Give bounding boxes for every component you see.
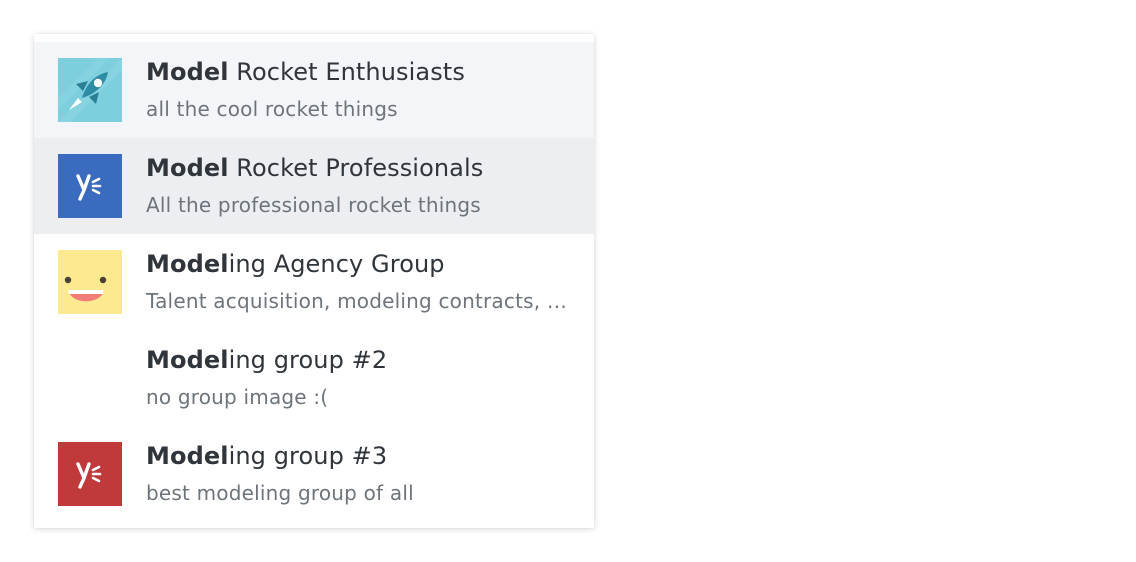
group-title: Modeling Agency Group [146, 249, 445, 279]
group-description: All the professional rocket things [146, 193, 481, 217]
title-rest-text: Rocket Enthusiasts [228, 58, 465, 86]
yammer-logo-icon [58, 442, 122, 506]
group-description: all the cool rocket things [146, 97, 398, 121]
title-match-text: Model [146, 346, 229, 374]
group-avatar [58, 58, 122, 122]
suggestion-list: Model Rocket Enthusiasts all the cool ro… [34, 42, 594, 522]
group-avatar [58, 250, 122, 314]
group-avatar [58, 154, 122, 218]
title-rest-text: ing group #3 [228, 442, 388, 470]
suggestion-item-model-rocket-professionals[interactable]: Model Rocket Professionals All the profe… [34, 138, 594, 234]
suggestion-item-modeling-agency-group[interactable]: Modeling Agency Group Talent acquisition… [34, 234, 594, 330]
suggestion-item-modeling-group-3[interactable]: Modeling group #3 best modeling group of… [34, 426, 594, 522]
group-description: Talent acquisition, modeling contracts, … [146, 289, 574, 313]
suggestion-item-model-rocket-enthusiasts[interactable]: Model Rocket Enthusiasts all the cool ro… [34, 42, 594, 138]
group-description: no group image :( [146, 385, 329, 409]
title-match-text: Model [146, 250, 229, 278]
title-rest-text: ing group #2 [228, 346, 388, 374]
rocket-icon [58, 58, 122, 122]
title-rest-text: Rocket Professionals [228, 154, 484, 182]
group-suggestions-dropdown: Model Rocket Enthusiasts all the cool ro… [34, 34, 594, 528]
smiley-face-icon [58, 250, 122, 314]
group-avatar [58, 442, 122, 506]
title-match-text: Model [146, 58, 229, 86]
group-title: Model Rocket Enthusiasts [146, 57, 465, 87]
group-title: Modeling group #2 [146, 345, 387, 375]
group-description: best modeling group of all [146, 481, 414, 505]
title-match-text: Model [146, 442, 229, 470]
group-title: Model Rocket Professionals [146, 153, 483, 183]
title-rest-text: ing Agency Group [228, 250, 445, 278]
title-match-text: Model [146, 154, 229, 182]
suggestion-item-modeling-group-2[interactable]: Modeling group #2 no group image :( [34, 330, 594, 426]
group-title: Modeling group #3 [146, 441, 387, 471]
yammer-logo-icon [58, 154, 122, 218]
